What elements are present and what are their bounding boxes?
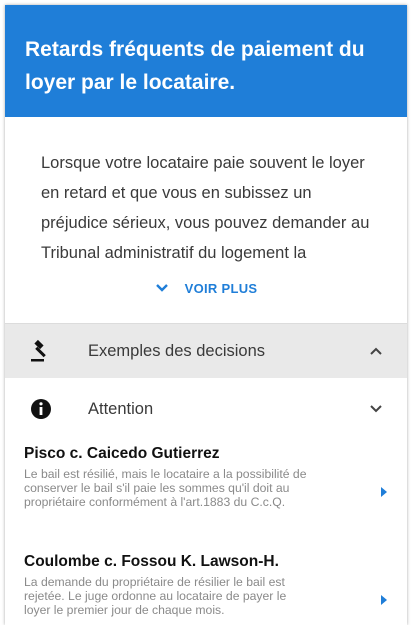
examples-section-label: Exemples des decisions: [88, 341, 266, 360]
decision-item[interactable]: Coulombe c. Fossou K. Lawson-H. La deman…: [24, 552, 394, 617]
attention-section-header[interactable]: Attention: [5, 382, 407, 436]
decision-description: La demande du propriétaire de résilier l…: [24, 575, 287, 617]
chevron-up-icon[interactable]: [369, 346, 383, 356]
card-title: Retards fréquents de paiement du loyer p…: [25, 38, 365, 94]
info-icon: [27, 395, 55, 423]
caret-right-icon[interactable]: [380, 592, 388, 610]
info-card: Retards fréquents de paiement du loyer p…: [5, 5, 407, 625]
decision-item[interactable]: Pisco c. Caicedo Gutierrez Le bail est r…: [24, 444, 394, 509]
chevron-down-icon[interactable]: [369, 404, 383, 414]
voir-plus-button[interactable]: VOIR PLUS: [5, 278, 407, 298]
voir-plus-label: VOIR PLUS: [184, 280, 258, 296]
gavel-icon: [27, 337, 55, 365]
caret-right-icon[interactable]: [380, 484, 388, 502]
decision-title: Coulombe c. Fossou K. Lawson-H.: [24, 553, 279, 570]
chevron-down-icon: [155, 281, 185, 296]
decision-title: Pisco c. Caicedo Gutierrez: [24, 445, 220, 462]
decision-description: Le bail est résilié, mais le locataire a…: [24, 467, 307, 509]
attention-section-label: Attention: [88, 399, 154, 418]
examples-section-header[interactable]: Exemples des decisions: [5, 323, 407, 378]
card-body-text: Lorsque votre locataire paie souvent le …: [41, 154, 370, 262]
card-header: Retards fréquents de paiement du loyer p…: [5, 5, 407, 117]
